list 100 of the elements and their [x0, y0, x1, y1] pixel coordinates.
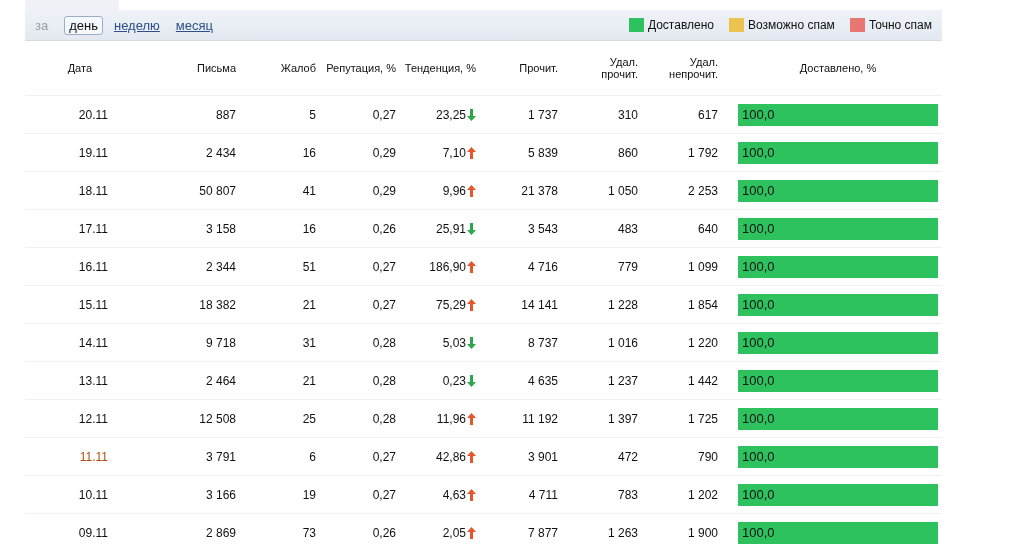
table-cell: 0,23: [442, 373, 466, 388]
table-cell-text: 18.11: [77, 183, 108, 198]
table-cell-text: 11.11: [78, 449, 108, 464]
table-cell-text: 472: [616, 449, 638, 464]
table-cell-text: 13.11: [77, 373, 108, 388]
table-cell-text: 2 464: [204, 373, 236, 388]
period-tab[interactable]: день: [64, 15, 103, 35]
table-cell-text: 3 158: [204, 221, 236, 236]
bar-label: 100,0: [741, 487, 775, 502]
column-header: Жалоб: [279, 62, 316, 74]
period-tab[interactable]: месяц: [170, 15, 218, 35]
table-cell-text: 25: [301, 411, 316, 426]
legend-label: Возможно спам: [747, 18, 835, 32]
column-header: Удал. прочит.: [600, 56, 638, 80]
table-cell-text: 19: [301, 487, 316, 502]
table-cell-text: 1 099: [686, 259, 718, 274]
table-cell-text: 1 263: [606, 525, 638, 540]
table-cell-text: 483: [616, 221, 638, 236]
table-cell-text: 1 220: [686, 335, 718, 350]
bar-label: 100,0: [741, 259, 775, 274]
bar-label: 100,0: [741, 525, 775, 540]
table-cell-text: 2 869: [204, 525, 236, 540]
bar-label: 100,0: [741, 145, 775, 160]
table-cell-text: 4 635: [526, 373, 558, 388]
table-cell-text: 0,27: [371, 297, 396, 312]
table-cell-text: 0,28: [371, 373, 396, 388]
table-cell-text: 16: [301, 145, 316, 160]
table-cell-text: 14 141: [520, 297, 558, 312]
table-cell: 11,96: [436, 411, 466, 426]
table-cell-text: 1 202: [686, 487, 718, 502]
table-cell-text: 12.11: [77, 411, 108, 426]
table-cell: 23,25: [435, 107, 466, 122]
table-cell-text: 1 442: [686, 373, 718, 388]
bar-label: 100,0: [741, 297, 775, 312]
table-cell-text: 51: [301, 259, 316, 274]
table-cell-text: 1 900: [686, 525, 718, 540]
table-cell-text: 1 050: [606, 183, 638, 198]
table-cell-text: 7 877: [526, 525, 558, 540]
period-label: за: [35, 17, 49, 33]
table-cell-text: 2 434: [204, 145, 236, 160]
bar-label: 100,0: [741, 411, 775, 426]
table-cell-text: 0,29: [371, 145, 396, 160]
table-cell-text: 640: [696, 221, 718, 236]
bar-label: 100,0: [741, 335, 775, 350]
table-cell: 2,05: [442, 525, 466, 540]
table-cell-text: 617: [696, 107, 718, 122]
period-tab[interactable]: неделю: [109, 15, 165, 35]
table-cell-text: 21: [301, 297, 316, 312]
column-header: Удал. непрочит.: [668, 56, 718, 80]
table-cell-text: 14.11: [77, 335, 108, 350]
table-cell-text: 8 737: [526, 335, 558, 350]
table-cell-text: 0,26: [371, 525, 396, 540]
bar-label: 100,0: [741, 107, 775, 122]
table-cell-text: 15.11: [77, 297, 108, 312]
table-cell-text: 1 737: [526, 107, 558, 122]
table-cell-text: 73: [301, 525, 316, 540]
table-cell-text: 5: [308, 107, 316, 122]
table-cell-text: 1 016: [606, 335, 638, 350]
table-cell-text: 2 253: [686, 183, 718, 198]
table-cell-text: 860: [616, 145, 638, 160]
table-cell-text: 1 237: [606, 373, 638, 388]
table-cell-text: 0,26: [371, 221, 396, 236]
bar-label: 100,0: [741, 449, 775, 464]
table-cell-text: 20.11: [77, 107, 108, 122]
table-cell-text: 21: [301, 373, 316, 388]
table-cell-text: 0,28: [371, 335, 396, 350]
table-cell: 4,63: [442, 487, 466, 502]
table-cell: 25,91: [435, 221, 466, 236]
table-cell-text: 5 839: [526, 145, 558, 160]
table-cell-text: 887: [214, 107, 236, 122]
table-cell-text: 6: [308, 449, 316, 464]
column-header: Прочит.: [518, 62, 558, 74]
table-cell-text: 16: [301, 221, 316, 236]
table-cell-text: 790: [696, 449, 718, 464]
bar-label: 100,0: [741, 221, 775, 236]
column-header: Тенденция, %: [403, 62, 476, 74]
table-cell-text: 0,28: [371, 411, 396, 426]
table-cell-text: 10.11: [77, 487, 108, 502]
table-cell-text: 0,27: [371, 107, 396, 122]
table-cell-text: 16.11: [77, 259, 108, 274]
table-cell-text: 0,27: [371, 487, 396, 502]
table-cell-text: 3 791: [204, 449, 236, 464]
table-cell-text: 1 854: [686, 297, 718, 312]
column-header: Письма: [196, 62, 236, 74]
table-cell-text: 50 807: [198, 183, 236, 198]
table-cell-text: 1 228: [606, 297, 638, 312]
table-cell-text: 3 901: [526, 449, 558, 464]
table-cell-text: 0,29: [371, 183, 396, 198]
legend-label: Точно спам: [868, 18, 932, 32]
column-header: Репутация, %: [325, 62, 396, 74]
legend-label: Доставлено: [647, 18, 714, 32]
table-cell-text: 41: [301, 183, 316, 198]
table-cell: 42,86: [435, 449, 466, 464]
table-cell-text: 4 716: [526, 259, 558, 274]
table-cell: 9,96: [442, 183, 466, 198]
table-cell: 186,90: [429, 259, 466, 274]
table-cell-text: 09.11: [77, 525, 108, 540]
table-cell-text: 9 718: [204, 335, 236, 350]
table-cell-text: 1 725: [686, 411, 718, 426]
table-cell-text: 2 344: [204, 259, 236, 274]
